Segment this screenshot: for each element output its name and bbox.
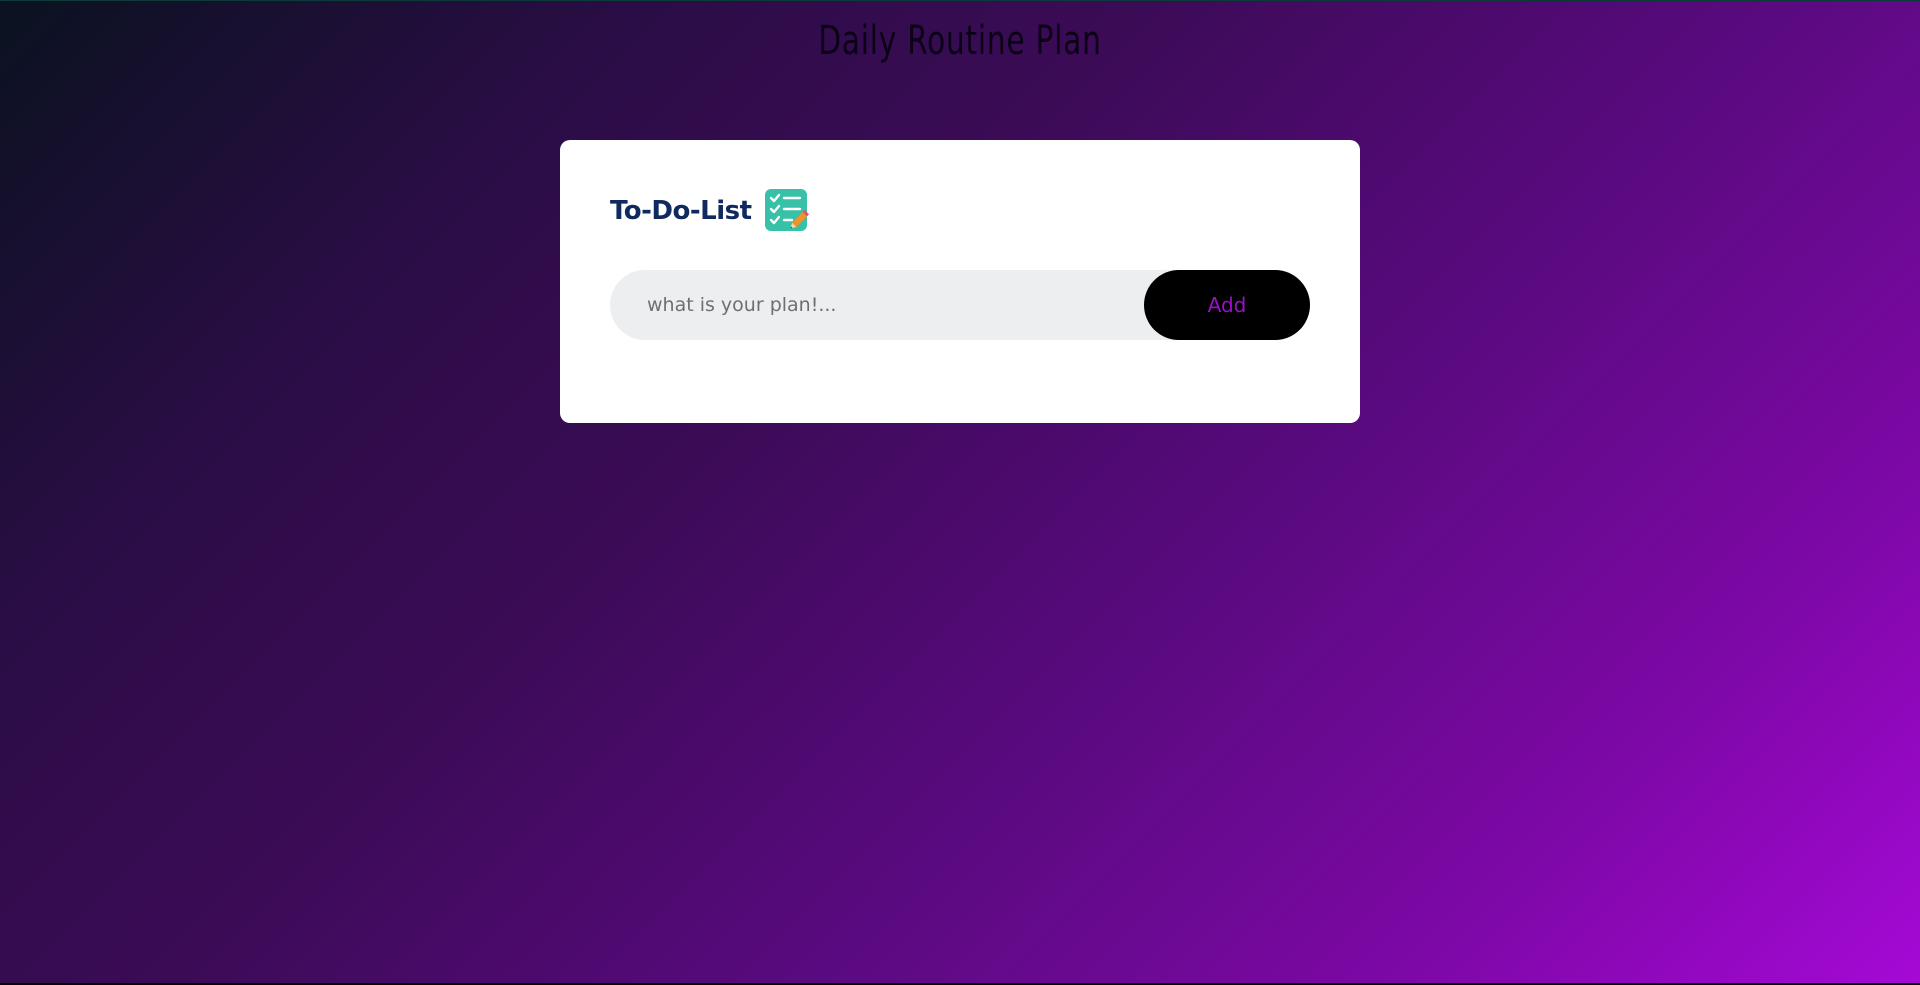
- page-title: Daily Routine Plan: [818, 18, 1102, 64]
- top-edge-line: [0, 0, 1920, 1]
- add-button[interactable]: Add: [1144, 270, 1310, 340]
- plan-input[interactable]: [610, 270, 1140, 340]
- card-header: To-Do-List: [610, 188, 1310, 234]
- todo-card: To-Do-List what is your plan!... Add: [560, 140, 1360, 423]
- checklist-pencil-icon: [764, 188, 810, 234]
- add-task-row: Add: [610, 270, 1310, 340]
- card-title: To-Do-List: [610, 196, 752, 226]
